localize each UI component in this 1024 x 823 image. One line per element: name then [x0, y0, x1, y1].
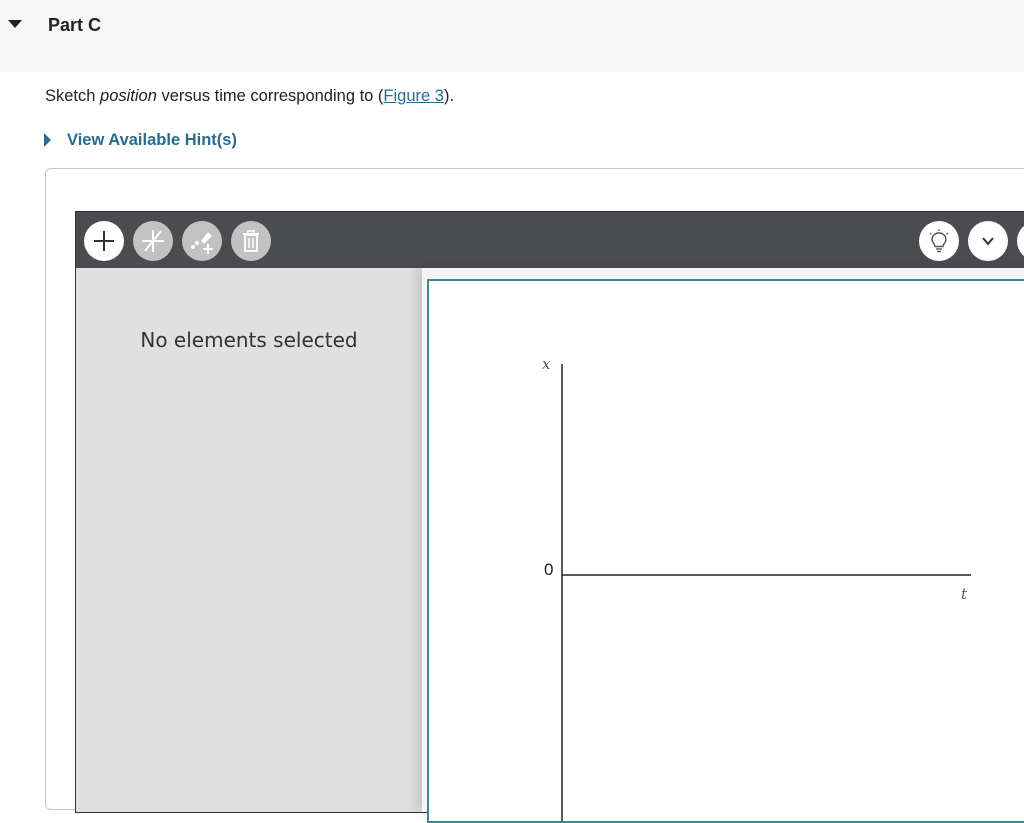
- y-axis-label: x: [542, 355, 551, 373]
- question-suffix: ).: [443, 87, 455, 105]
- chevron-down-icon: [982, 237, 994, 246]
- hint-bulb-button[interactable]: [919, 221, 959, 261]
- graphing-tool: No elements selected x 0 t: [75, 211, 1024, 823]
- add-icon: [94, 231, 114, 251]
- question-prefix: Sketch: [45, 87, 101, 105]
- line-icon: [142, 230, 164, 252]
- add-point-icon: [191, 232, 213, 254]
- collapse-triangle-icon[interactable]: [8, 20, 22, 28]
- question-emphasis: position: [100, 87, 157, 105]
- expand-arrow-icon: [44, 133, 51, 147]
- more-options-button[interactable]: [968, 221, 1008, 261]
- x-axis-label: t: [961, 585, 968, 603]
- graph-axes: x 0 t: [542, 355, 971, 821]
- question-text: Sketch position versus time correspondin…: [45, 87, 454, 106]
- figure-link[interactable]: Figure 3: [383, 87, 444, 105]
- question-middle: versus time corresponding to (: [156, 87, 384, 105]
- draw-line-button[interactable]: [133, 221, 173, 261]
- view-hints-toggle[interactable]: View Available Hint(s): [44, 129, 237, 151]
- part-header: Part C: [0, 0, 1024, 72]
- view-hints-label[interactable]: View Available Hint(s): [67, 131, 237, 150]
- part-title: Part C: [48, 15, 102, 35]
- add-button[interactable]: [84, 221, 124, 261]
- graphing-toolbar: [76, 212, 1024, 268]
- selection-status: No elements selected: [140, 328, 358, 352]
- add-point-button[interactable]: [182, 221, 222, 261]
- delete-button[interactable]: [231, 221, 271, 261]
- graph-canvas[interactable]: x 0 t: [427, 279, 1024, 823]
- hint-bulb-icon: [929, 229, 949, 253]
- toolbar-extra-button[interactable]: [1017, 221, 1024, 261]
- origin-label: 0: [544, 560, 553, 579]
- graph-canvas-area: x 0 t: [422, 268, 1024, 823]
- properties-panel: No elements selected: [76, 268, 422, 812]
- trash-icon: [243, 230, 259, 252]
